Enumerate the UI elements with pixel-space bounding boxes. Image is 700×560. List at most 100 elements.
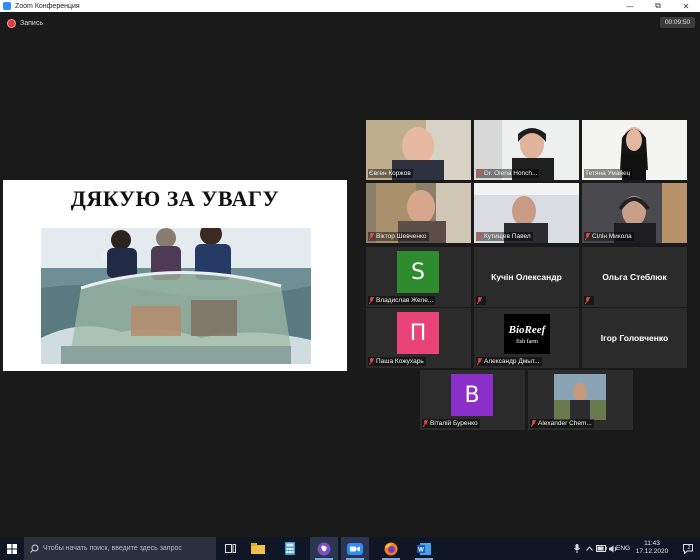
participant-name: Євген Коржов: [369, 170, 411, 177]
participant-name-tag: Віталій Буренко: [422, 419, 480, 428]
participant-tile[interactable]: Alexander Chem...: [528, 370, 633, 430]
participant-tile[interactable]: Ігор Головченко: [582, 308, 687, 368]
participant-tile[interactable]: Ольга Стеблюк: [582, 247, 687, 307]
task-view-icon: [224, 544, 236, 553]
taskbar-word[interactable]: W: [410, 537, 438, 560]
participant-tile[interactable]: S Владислав Желе...: [366, 247, 471, 307]
taskbar-search-box[interactable]: Чтобы начать поиск, введите здесь запрос: [24, 537, 216, 560]
window-titlebar: Zoom Конференция: [0, 0, 700, 12]
taskbar-viber[interactable]: [310, 537, 338, 560]
participant-name-tag: Alexander Chem...: [530, 419, 594, 428]
record-icon: [7, 19, 16, 28]
participant-name: Віталій Буренко: [430, 420, 478, 427]
recording-indicator[interactable]: Запись: [7, 19, 43, 28]
zoom-icon: [347, 542, 363, 555]
search-icon: [30, 544, 39, 553]
windows-logo-icon: [7, 543, 17, 554]
windows-taskbar: Чтобы начать поиск, введите здесь запрос…: [0, 537, 700, 560]
svg-text:W: W: [418, 547, 424, 553]
maximize-button[interactable]: ⧉: [644, 0, 672, 12]
participant-name-tag: Віктор Шевченко: [368, 232, 429, 241]
participant-tile[interactable]: Кучін Олександр: [474, 247, 579, 307]
mic-muted-icon: [477, 170, 482, 177]
close-button[interactable]: ✕: [672, 0, 700, 12]
taskbar-firefox[interactable]: [377, 537, 405, 560]
participant-tile[interactable]: П Паша Кожухарь: [366, 308, 471, 368]
taskbar-zoom[interactable]: [341, 537, 369, 560]
participant-tile[interactable]: Євген Коржов: [366, 120, 471, 180]
bioreef-logo: BioReef fish farm: [504, 314, 550, 354]
zoom-app-icon: [3, 2, 11, 10]
participant-name-large: Ігор Головченко: [600, 333, 669, 343]
mic-muted-icon: [477, 233, 482, 240]
folder-icon: [251, 543, 265, 554]
slide-photo: [41, 228, 311, 364]
battery-icon[interactable]: [596, 537, 607, 560]
minimize-button[interactable]: —: [616, 0, 644, 12]
mic-muted-icon: [585, 233, 590, 240]
notification-count: 2: [687, 544, 691, 551]
participant-name-tag: Тетяна Уманец: [584, 169, 633, 178]
participant-name-tag: [476, 296, 486, 305]
participant-tile[interactable]: В Віталій Буренко: [420, 370, 525, 430]
participant-name-tag: Александр Дмыт...: [476, 357, 542, 366]
viber-icon: [317, 542, 331, 555]
window-title: Zoom Конференция: [15, 2, 80, 10]
participant-name-tag: Dr. Olena Honch...: [476, 169, 540, 178]
word-icon: W: [417, 542, 431, 555]
language-label: ENG: [616, 545, 631, 552]
mic-muted-icon: [369, 297, 374, 304]
participant-name-tag: Кутищев Павел: [476, 232, 533, 241]
participant-name: Тетяна Уманец: [585, 170, 631, 177]
mic-muted-icon: [585, 297, 590, 304]
svg-text:fish farm: fish farm: [516, 338, 538, 345]
participant-name: Dr. Olena Honch...: [484, 170, 538, 177]
taskbar-clock[interactable]: 11:43 17.12.2020: [633, 540, 671, 556]
language-indicator[interactable]: ENG: [616, 537, 630, 560]
participant-name-tag: Сілін Микола: [584, 232, 634, 241]
participant-name: Владислав Желе...: [376, 297, 434, 304]
calculator-icon: [285, 542, 295, 555]
task-view-button[interactable]: [216, 537, 244, 560]
participant-name-large: Ольга Стеблюк: [602, 272, 667, 282]
mic-muted-icon: [531, 420, 536, 427]
mic-muted-icon: [369, 358, 374, 365]
participant-tile[interactable]: Dr. Olena Honch...: [474, 120, 579, 180]
participant-avatar: В: [451, 374, 493, 416]
participant-name: Александр Дмыт...: [484, 358, 540, 365]
svg-text:BioReef: BioReef: [508, 324, 547, 336]
participant-name-tag: Владислав Желе...: [368, 296, 436, 305]
participant-name: Паша Кожухарь: [376, 358, 424, 365]
participant-name: Віктор Шевченко: [376, 233, 427, 240]
participant-tile[interactable]: Кутищев Павел: [474, 183, 579, 243]
participant-tile[interactable]: Сілін Микола: [582, 183, 687, 243]
participant-tile[interactable]: BioReef fish farm Александр Дмыт...: [474, 308, 579, 368]
slide-title: ДЯКУЮ ЗА УВАГУ: [70, 186, 280, 211]
notification-center-button[interactable]: 2: [676, 537, 698, 560]
recording-label: Запись: [20, 20, 43, 27]
participant-tile-active[interactable]: Тетяна Уманец: [582, 120, 687, 180]
firefox-icon: [384, 542, 398, 555]
mic-muted-icon: [369, 233, 374, 240]
participant-name-tag: Євген Коржов: [368, 169, 413, 178]
taskbar-file-explorer[interactable]: [244, 537, 272, 560]
taskbar-calculator[interactable]: [276, 537, 304, 560]
participant-name-tag: [584, 296, 594, 305]
clock-time: 11:43: [644, 540, 660, 547]
mic-muted-icon: [477, 358, 482, 365]
participant-name-large: Кучін Олександр: [491, 272, 562, 282]
participant-name-tag: Паша Кожухарь: [368, 357, 426, 366]
mic-muted-icon: [477, 297, 482, 304]
show-hidden-icons-button[interactable]: [586, 537, 593, 560]
mic-muted-icon: [423, 420, 428, 427]
search-placeholder: Чтобы начать поиск, введите здесь запрос: [43, 545, 182, 552]
meeting-timer: 00:09:50: [660, 17, 695, 28]
clock-date: 17.12.2020: [635, 548, 669, 555]
participant-name: Кутищев Павел: [484, 233, 531, 240]
participant-avatar: S: [397, 251, 439, 293]
mic-tray-icon[interactable]: [574, 537, 580, 560]
participant-avatar: П: [397, 312, 439, 354]
participant-tile[interactable]: Віктор Шевченко: [366, 183, 471, 243]
participant-name: Alexander Chem...: [538, 420, 592, 427]
start-button[interactable]: [0, 537, 24, 560]
